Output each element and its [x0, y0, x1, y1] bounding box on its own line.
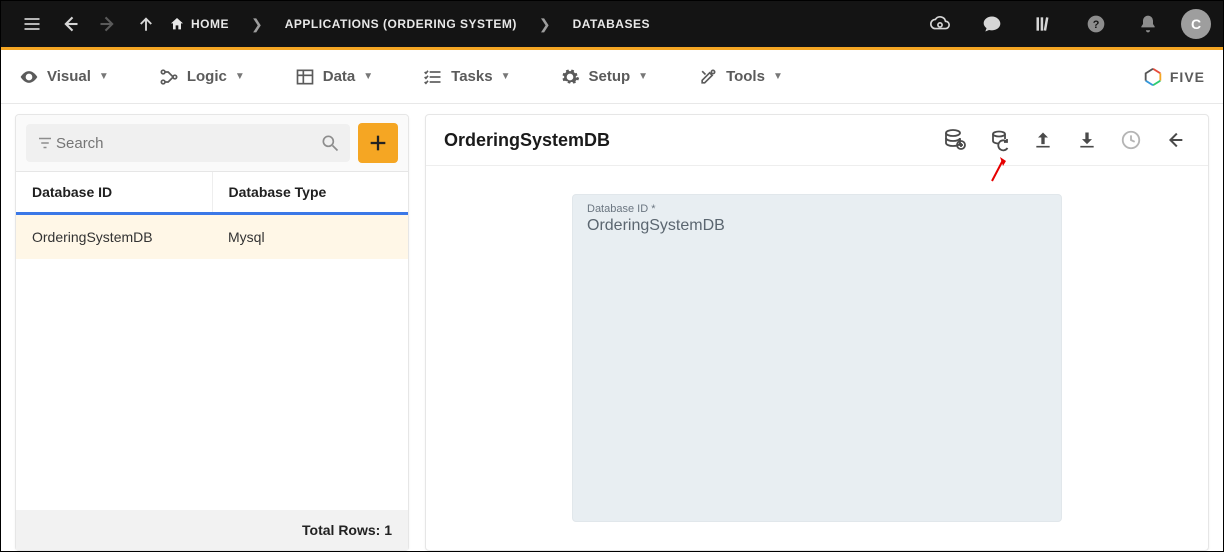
menu-data[interactable]: Data ▼ — [295, 67, 373, 87]
menu-data-label: Data — [323, 68, 356, 85]
database-plus-icon — [943, 128, 967, 152]
hamburger-icon[interactable] — [13, 5, 51, 43]
tools-icon — [698, 67, 718, 87]
menu-logic-label: Logic — [187, 68, 227, 85]
breadcrumb-apps-label: APPLICATIONS (ORDERING SYSTEM) — [285, 17, 517, 31]
annotation-arrow-icon — [990, 155, 1008, 183]
table-empty-area — [16, 259, 408, 510]
avatar-initial: C — [1191, 16, 1201, 32]
nav-back-icon[interactable] — [51, 5, 89, 43]
search-row — [16, 115, 408, 171]
database-refresh-icon — [987, 128, 1011, 152]
search-icon[interactable] — [320, 133, 340, 153]
detail-header: OrderingSystemDB — [426, 115, 1208, 166]
menu-visual-label: Visual — [47, 68, 91, 85]
menu-setup[interactable]: Setup ▼ — [560, 67, 648, 87]
caret-down-icon: ▼ — [235, 71, 245, 82]
total-rows-label: Total Rows: 1 — [302, 522, 392, 538]
logic-icon — [159, 67, 179, 87]
nav-up-icon[interactable] — [127, 5, 165, 43]
bell-icon[interactable] — [1129, 5, 1167, 43]
breadcrumb-dbs-label: DATABASES — [573, 17, 650, 31]
breadcrumb-dbs[interactable]: DATABASES — [573, 17, 650, 31]
topbar: HOME ❯ APPLICATIONS (ORDERING SYSTEM) ❯ … — [1, 1, 1223, 47]
help-icon[interactable]: ? — [1077, 5, 1115, 43]
breadcrumb-home-label: HOME — [191, 17, 229, 31]
eye-icon — [19, 67, 39, 87]
gear-icon — [560, 67, 580, 87]
upload-button[interactable] — [1028, 125, 1058, 155]
history-button — [1116, 125, 1146, 155]
menu-visual[interactable]: Visual ▼ — [19, 67, 109, 87]
caret-down-icon: ▼ — [99, 71, 109, 82]
create-db-button[interactable] — [940, 125, 970, 155]
grid-icon — [295, 67, 315, 87]
back-button[interactable] — [1160, 125, 1190, 155]
download-button[interactable] — [1072, 125, 1102, 155]
field-label: Database ID * — [587, 203, 1047, 215]
nav-forward-icon — [89, 5, 127, 43]
avatar[interactable]: C — [1181, 9, 1211, 39]
breadcrumb-home[interactable]: HOME — [169, 16, 229, 32]
menu-tools[interactable]: Tools ▼ — [698, 67, 783, 87]
chevron-right-icon: ❯ — [247, 16, 267, 33]
database-list-panel: Database ID Database Type OrderingSystem… — [15, 114, 409, 551]
menu-tools-label: Tools — [726, 68, 765, 85]
col-database-type[interactable]: Database Type — [213, 172, 409, 212]
search-input[interactable] — [54, 134, 320, 153]
add-button[interactable] — [358, 123, 398, 163]
plus-icon — [367, 132, 389, 154]
table-footer: Total Rows: 1 — [16, 510, 408, 550]
cell-database-type: Mysql — [212, 215, 408, 259]
table-header: Database ID Database Type — [16, 171, 408, 212]
home-icon — [169, 16, 185, 32]
library-icon[interactable] — [1025, 5, 1063, 43]
caret-down-icon: ▼ — [363, 71, 373, 82]
field-value: OrderingSystemDB — [587, 217, 1047, 235]
filter-icon[interactable] — [36, 134, 54, 152]
search-box[interactable] — [26, 124, 350, 162]
menu-setup-label: Setup — [588, 68, 630, 85]
brand-logo: FIVE — [1142, 66, 1205, 88]
menu-tasks[interactable]: Tasks ▼ — [423, 67, 510, 87]
caret-down-icon: ▼ — [638, 71, 648, 82]
refresh-db-button[interactable] — [984, 125, 1014, 155]
menu-logic[interactable]: Logic ▼ — [159, 67, 245, 87]
database-id-field[interactable]: Database ID * OrderingSystemDB — [572, 194, 1062, 522]
detail-title: OrderingSystemDB — [444, 130, 610, 151]
clock-icon — [1120, 129, 1142, 151]
cell-database-id: OrderingSystemDB — [16, 215, 212, 259]
arrow-left-icon — [1164, 129, 1186, 151]
content: Database ID Database Type OrderingSystem… — [1, 104, 1223, 551]
menu-tasks-label: Tasks — [451, 68, 492, 85]
cloud-icon[interactable] — [921, 5, 959, 43]
database-detail-panel: OrderingSystemDB — [425, 114, 1209, 551]
tasks-icon — [423, 67, 443, 87]
brand-label: FIVE — [1170, 69, 1205, 85]
table-row[interactable]: OrderingSystemDB Mysql — [16, 215, 408, 259]
breadcrumb: HOME ❯ APPLICATIONS (ORDERING SYSTEM) ❯ … — [169, 16, 650, 33]
col-database-id[interactable]: Database ID — [16, 172, 213, 212]
breadcrumb-apps[interactable]: APPLICATIONS (ORDERING SYSTEM) — [285, 17, 517, 31]
svg-text:?: ? — [1093, 19, 1100, 31]
brand-icon — [1142, 66, 1164, 88]
chat-icon[interactable] — [973, 5, 1011, 43]
download-icon — [1077, 130, 1097, 150]
upload-icon — [1033, 130, 1053, 150]
caret-down-icon: ▼ — [773, 71, 783, 82]
menubar: Visual ▼ Logic ▼ Data ▼ Tasks ▼ Setup ▼ … — [1, 50, 1223, 104]
caret-down-icon: ▼ — [501, 71, 511, 82]
detail-actions — [940, 125, 1190, 155]
detail-body: Database ID * OrderingSystemDB — [426, 166, 1208, 550]
chevron-right-icon: ❯ — [535, 16, 555, 33]
